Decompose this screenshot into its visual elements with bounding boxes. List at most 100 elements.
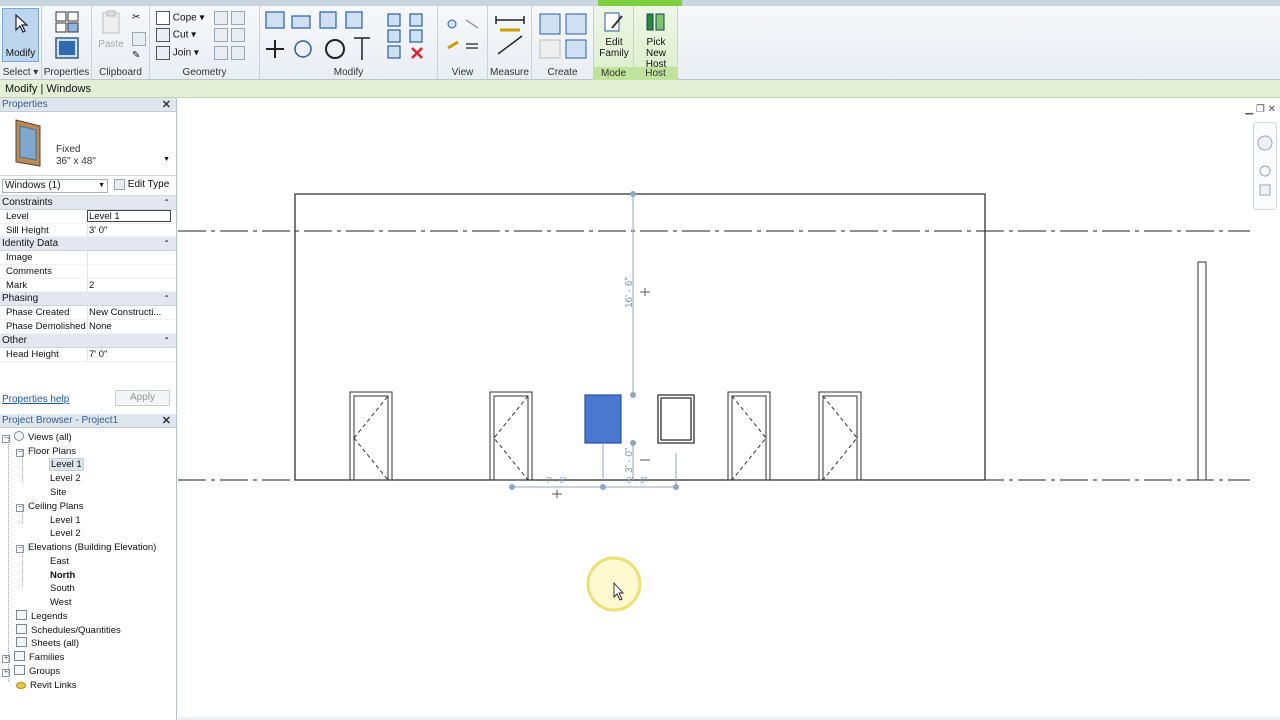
match-type-icon[interactable]: ✎ (132, 50, 140, 61)
cut-clip-icon[interactable]: ✂ (132, 12, 140, 23)
browser-title-bar[interactable]: Project Browser - Project1 ✕ (0, 414, 176, 428)
view-tools-icons[interactable] (444, 14, 484, 60)
join-icon (156, 46, 170, 60)
close-icon[interactable]: ✕ (162, 98, 171, 112)
chevron-down-icon[interactable]: ▼ (163, 156, 170, 163)
context-label: Modify | Windows (5, 83, 91, 95)
sheets-icon (16, 637, 27, 647)
properties-footer: Properties help Apply (0, 388, 176, 410)
join-button[interactable]: Join ▾ (156, 46, 199, 60)
collapse-icon[interactable]: ⌃ (163, 334, 170, 348)
drawing-canvas[interactable]: ▁ ❐ ✕ 16' - 6" 3' - 0" 7' - 6" 3' - 0" (178, 98, 1280, 720)
tree-views-all[interactable]: − Views (all) (2, 431, 72, 444)
tree-ceiling-level-2[interactable]: Level 2 (50, 527, 81, 540)
cut-geometry-icon (156, 28, 170, 42)
expand-toggle-icon[interactable]: + (2, 655, 10, 663)
apply-button[interactable]: Apply (115, 390, 170, 406)
tree-floor-plans[interactable]: − Floor Plans (16, 445, 76, 458)
collapse-icon[interactable]: ⌃ (163, 292, 170, 306)
collapse-icon[interactable]: ⌃ (163, 237, 170, 251)
dim-sill-label[interactable]: 3' - 0" (624, 447, 635, 473)
panel-properties: Properties (42, 6, 92, 80)
phase-demolished-field[interactable]: None (87, 320, 171, 334)
properties-palette: Properties ✕ Fixed 36" x 48" ▼ Windows (… (0, 98, 177, 413)
collapse-icon[interactable]: ⌃ (163, 196, 170, 210)
cope-button[interactable]: Cope ▾ (156, 11, 205, 25)
tree-elevation-north[interactable]: North (50, 569, 75, 582)
edit-family-button[interactable]: Edit Family (596, 10, 632, 59)
panel-label-select[interactable]: Select ▾ (0, 67, 41, 78)
type-properties-icon[interactable] (54, 10, 80, 34)
tree-elevation-south[interactable]: South (50, 582, 75, 595)
image-field[interactable] (87, 251, 171, 265)
properties-palette-icon[interactable] (54, 36, 80, 60)
panel-select: Modify Select ▾ (0, 6, 42, 80)
panel-label-host: Host (634, 67, 677, 80)
measure-icons[interactable] (492, 10, 528, 62)
tree-legends[interactable]: Legends (16, 610, 67, 623)
collapse-toggle-icon[interactable]: − (16, 545, 24, 553)
properties-title-bar[interactable]: Properties ✕ (0, 98, 176, 112)
sill-height-field[interactable]: 3' 0" (87, 223, 171, 237)
tree-sheets[interactable]: Sheets (all) (16, 637, 79, 650)
dim-right-label[interactable]: 3' - 0" (627, 476, 648, 485)
tree-revit-links[interactable]: Revit Links (16, 679, 76, 692)
comments-field[interactable] (87, 265, 171, 279)
elevation-view: 16' - 6" 3' - 0" 7' - 6" 3' - 0" (178, 191, 1250, 612)
tree-elevation-east[interactable]: East (50, 555, 69, 568)
modify-tools-icons[interactable] (262, 8, 434, 64)
tree-families[interactable]: + Families (2, 651, 64, 664)
tree-ceiling-plans[interactable]: − Ceiling Plans (16, 500, 83, 513)
ribbon: Modify Select ▾ Properties Paste ✂ ✎ Cli… (0, 0, 1280, 80)
close-icon[interactable]: ✕ (162, 414, 171, 428)
views-icon (14, 431, 24, 441)
collapse-toggle-icon[interactable]: − (16, 449, 24, 457)
head-height-field[interactable]: 7' 0" (87, 347, 171, 361)
prop-phase-created: Phase Created New Constructi... (0, 306, 176, 321)
cope-icon (156, 11, 170, 25)
families-icon (14, 651, 25, 661)
pick-host-icon (646, 13, 665, 31)
tree-schedules[interactable]: Schedules/Quantities (16, 624, 121, 637)
geometry-tools-row1[interactable] (214, 11, 245, 25)
pick-new-host-button[interactable]: Pick New Host (636, 10, 676, 70)
mark-field[interactable]: 2 (87, 278, 171, 292)
modify-button[interactable]: Modify (2, 8, 39, 62)
collapse-toggle-icon[interactable]: − (16, 504, 24, 512)
tree-elevations[interactable]: − Elevations (Building Elevation) (16, 541, 156, 554)
group-identity-data[interactable]: Identity Data ⌃ (0, 237, 176, 252)
schedules-icon (16, 624, 27, 634)
tree-ceiling-level-1[interactable]: Level 1 (50, 514, 81, 527)
panel-label-clipboard: Clipboard (99, 67, 142, 78)
geometry-tools-row3[interactable] (214, 46, 245, 60)
expand-toggle-icon[interactable]: + (2, 669, 10, 677)
group-constraints[interactable]: Constraints ⌃ (0, 196, 176, 210)
chevron-down-icon: ▼ (98, 182, 105, 189)
dim-left-label[interactable]: 7' - 6" (546, 476, 567, 485)
copy-clip-icon[interactable] (132, 32, 146, 46)
panel-label-view: View (451, 67, 474, 78)
instance-filter-dropdown[interactable]: Windows (1) ▼ (2, 179, 108, 193)
paste-button[interactable]: Paste (96, 10, 126, 50)
tree-elevation-west[interactable]: West (50, 596, 71, 609)
collapse-toggle-icon[interactable]: − (2, 435, 10, 443)
tree-floor-plan-site[interactable]: Site (50, 486, 66, 499)
project-browser: Project Browser - Project1 ✕ − Views (all… (0, 414, 177, 720)
panel-view: View (438, 6, 488, 80)
tree-floor-plan-level-1[interactable]: Level 1 (49, 458, 84, 471)
group-phasing[interactable]: Phasing ⌃ (0, 292, 176, 307)
phase-created-field[interactable]: New Constructi... (87, 306, 171, 320)
tree-groups[interactable]: + Groups (2, 665, 60, 678)
geometry-tools-row2[interactable] (214, 28, 245, 42)
dim-height-label[interactable]: 16' - 6" (624, 277, 635, 308)
level-field[interactable]: Level 1 (87, 210, 171, 222)
group-other[interactable]: Other ⌃ (0, 333, 176, 348)
cut-geometry-button[interactable]: Cut ▾ (156, 28, 196, 42)
type-selector[interactable]: Fixed 36" x 48" ▼ (0, 112, 176, 176)
wall-elevation (294, 193, 986, 481)
panel-label-geometry: Geometry (182, 67, 227, 78)
tree-floor-plan-level-2[interactable]: Level 2 (50, 472, 81, 485)
create-icons[interactable] (536, 10, 592, 62)
properties-help-link[interactable]: Properties help (2, 394, 69, 405)
edit-type-button[interactable]: Edit Type (114, 179, 169, 190)
